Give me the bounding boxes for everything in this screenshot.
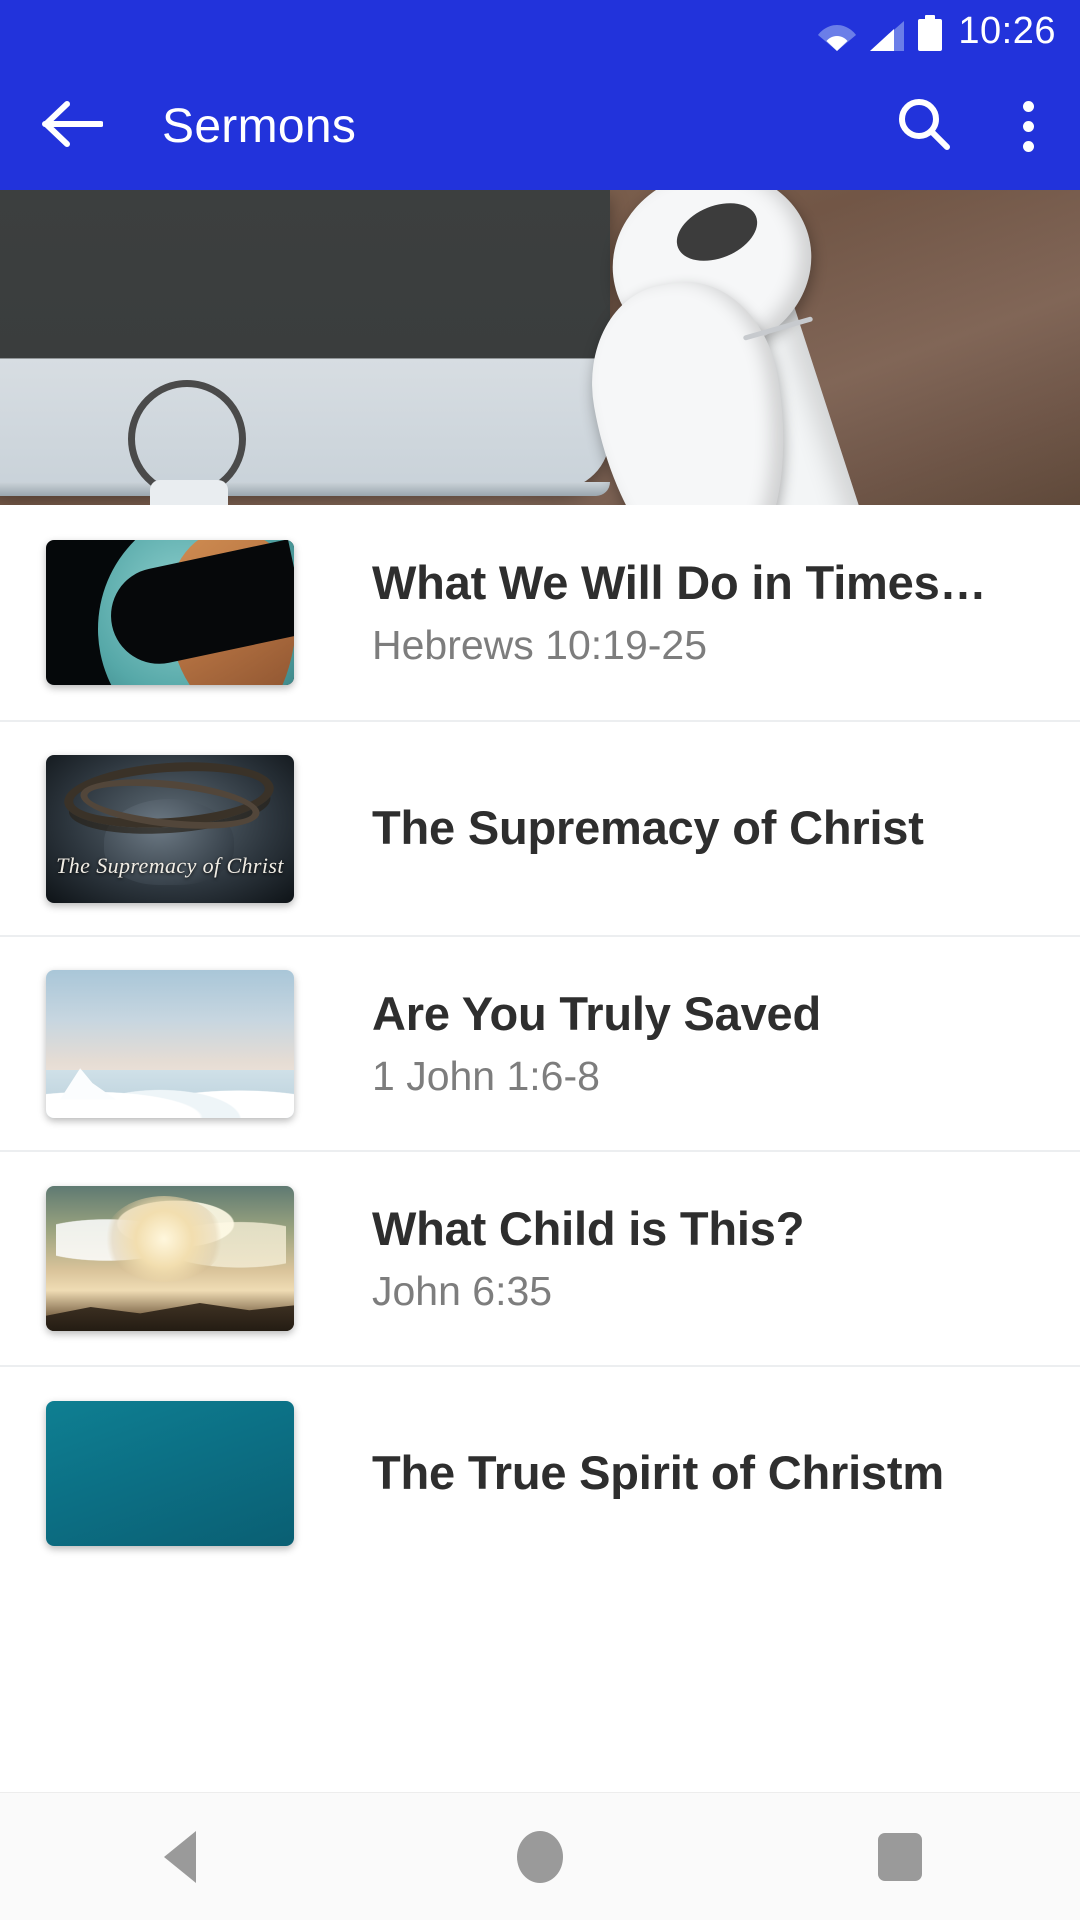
recents-square-icon [878, 1832, 922, 1881]
nav-recents-button[interactable] [810, 1793, 990, 1920]
sermon-list: What We Will Do in Times… Hebrews 10:19-… [0, 505, 1080, 1580]
nav-home-button[interactable] [450, 1793, 630, 1920]
nav-back-button[interactable] [90, 1793, 270, 1920]
sunbeam-clouds-thumbnail [46, 1186, 294, 1331]
search-icon [895, 95, 953, 158]
hero-phone-edge [0, 482, 610, 496]
list-item-title: What Child is This? [372, 1202, 805, 1255]
list-item[interactable]: What We Will Do in Times… Hebrews 10:19-… [0, 505, 1080, 720]
list-item-title: Are You Truly Saved [372, 987, 821, 1040]
list-item-text: The True Spirit of Christm [372, 1447, 1080, 1500]
hero-phone-shape [0, 190, 610, 490]
sky-clouds-thumbnail [46, 969, 294, 1118]
list-item-subtitle: John 6:35 [372, 1269, 553, 1315]
list-item[interactable]: Are You Truly Saved 1 John 1:6-8 [0, 935, 1080, 1150]
home-circle-icon [517, 1830, 563, 1883]
list-item-title: What We Will Do in Times… [372, 556, 987, 609]
overflow-menu-icon [1022, 100, 1034, 152]
teal-thumbnail [46, 1401, 294, 1546]
list-item-text: The Supremacy of Christ [372, 802, 1080, 855]
battery-icon [918, 15, 943, 51]
list-item-text: What We Will Do in Times… Hebrews 10:19-… [372, 557, 1080, 669]
list-item[interactable]: The Supremacy of Christ The Supremacy of… [0, 720, 1080, 935]
search-button[interactable] [872, 74, 976, 178]
back-button[interactable] [22, 76, 122, 176]
page-title: Sermons [162, 99, 357, 153]
list-item-title: The True Spirit of Christm [372, 1447, 944, 1500]
cell-signal-icon [870, 21, 905, 51]
list-item[interactable]: What Child is This? John 6:35 [0, 1150, 1080, 1365]
list-item-text: What Child is This? John 6:35 [372, 1203, 1080, 1315]
list-item[interactable]: The True Spirit of Christm [0, 1365, 1080, 1580]
app-bar: Sermons [0, 62, 1080, 190]
hero-banner-image[interactable] [0, 190, 1080, 505]
overflow-menu-button[interactable] [976, 74, 1080, 178]
status-time: 10:26 [958, 10, 1056, 52]
status-bar: 10:26 [0, 0, 1080, 62]
wifi-icon [818, 21, 857, 51]
globe-thumbnail [46, 540, 294, 685]
status-icons [818, 11, 943, 51]
app-screen: 10:26 Sermons What We Will Do in Times… … [0, 0, 1080, 1920]
crown-of-thorns-thumbnail: The Supremacy of Christ [46, 754, 294, 903]
list-item-text: Are You Truly Saved 1 John 1:6-8 [372, 988, 1080, 1100]
back-arrow-icon [41, 98, 104, 155]
thumbnail-caption: The Supremacy of Christ [56, 852, 284, 878]
android-navigation-bar [0, 1792, 1080, 1920]
back-triangle-icon [164, 1830, 196, 1883]
hero-cable-shape [150, 480, 228, 505]
list-item-subtitle: Hebrews 10:19-25 [372, 623, 708, 669]
list-item-subtitle: 1 John 1:6-8 [372, 1054, 600, 1100]
list-item-title: The Supremacy of Christ [372, 802, 924, 855]
